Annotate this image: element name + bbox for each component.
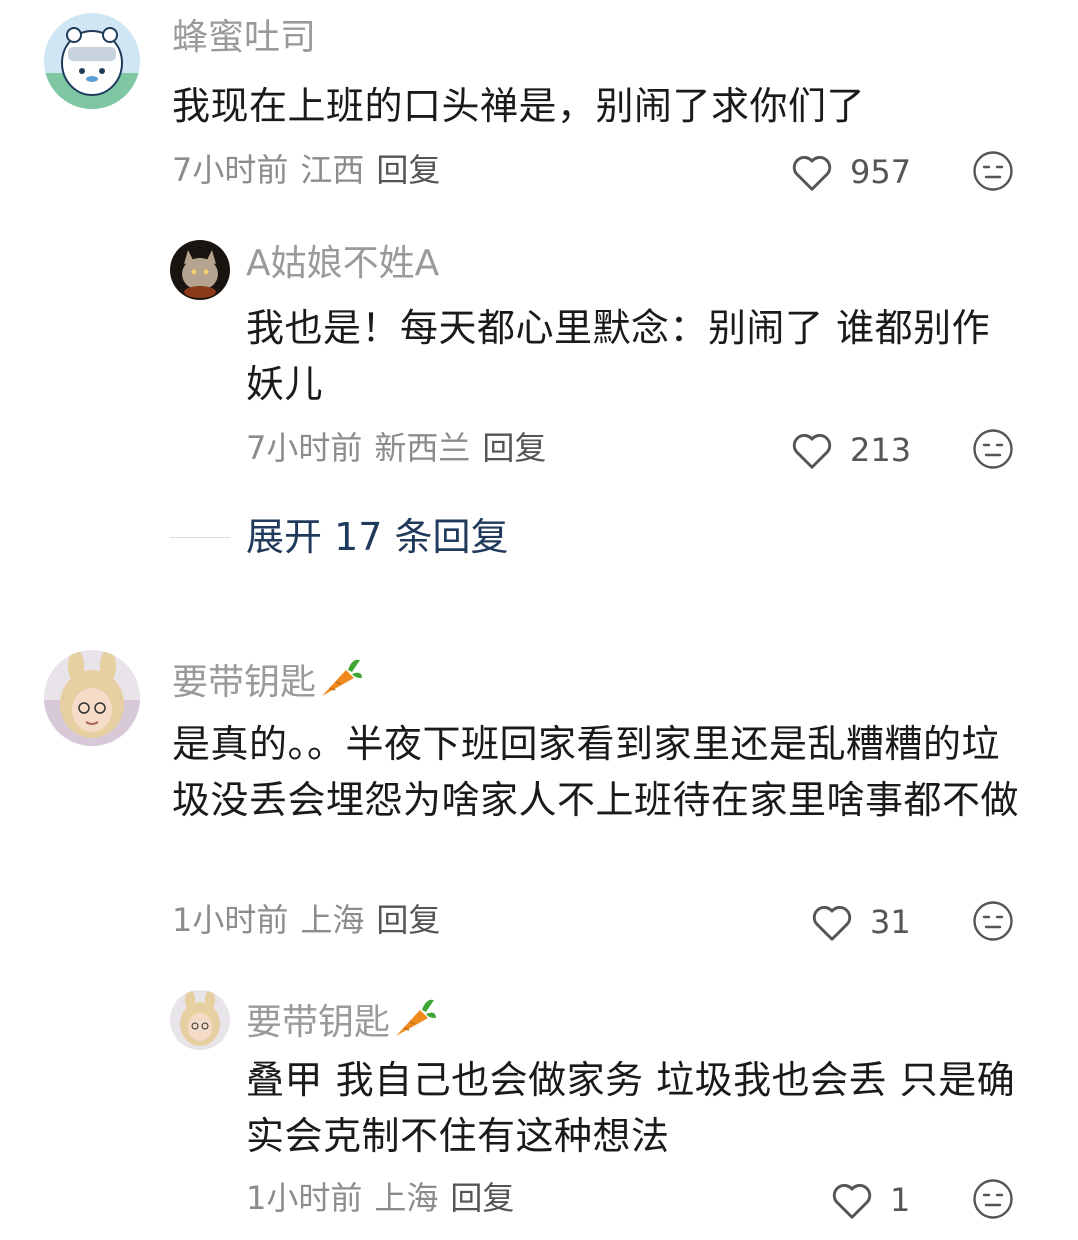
reply-time: 1小时前	[246, 1179, 363, 1217]
user-avatar[interactable]	[44, 13, 140, 109]
comment-location: 江西	[300, 151, 365, 189]
comment-text: 是真的。。半夜下班回家看到家里还是乱糟糟的垃圾没丢会埋怨为啥家人不上班待在家里啥…	[172, 722, 1020, 822]
comment-time: 1小时前	[172, 901, 289, 939]
like-count: 213	[850, 431, 912, 469]
expand-replies-button[interactable]: 展开 17 条回复	[170, 518, 509, 556]
neutral-face-icon	[973, 901, 1013, 941]
reply-button[interactable]: 回复	[376, 901, 440, 939]
like-button[interactable]: 957	[790, 148, 911, 196]
comment-meta: 7小时前 江西 回复	[172, 154, 452, 186]
carrot-emoji	[392, 996, 438, 1045]
like-button[interactable]: 31	[810, 898, 911, 946]
comment-meta: 1小时前 上海 回复	[172, 904, 452, 936]
reply-time: 7小时前	[246, 429, 363, 467]
reply-avatar[interactable]	[170, 240, 230, 300]
reply-location: 上海	[374, 1179, 439, 1217]
heart-outline-icon	[812, 906, 852, 941]
reply-meta: 7小时前 新西兰 回复	[246, 432, 558, 464]
comment-time: 7小时前	[172, 151, 289, 189]
username-text[interactable]: 要带钥匙	[172, 662, 316, 703]
dislike-button[interactable]	[972, 428, 1014, 474]
reply-username[interactable]: 要带钥匙	[246, 996, 438, 1045]
neutral-face-icon	[973, 429, 1013, 469]
carrot-emoji	[318, 656, 364, 705]
reply-location: 新西兰	[374, 429, 471, 467]
dislike-button[interactable]	[972, 1178, 1014, 1224]
reply-username-text[interactable]: 要带钥匙	[246, 1002, 390, 1043]
heart-outline-icon	[832, 1184, 872, 1219]
reply-button[interactable]: 回复	[450, 1179, 514, 1217]
reply-meta: 1小时前 上海 回复	[246, 1182, 526, 1214]
like-button[interactable]: 213	[790, 426, 911, 474]
like-count: 957	[850, 153, 912, 191]
neutral-face-icon	[973, 1179, 1013, 1219]
username[interactable]: 蜂蜜吐司	[172, 20, 316, 56]
reply-username[interactable]: A姑娘不姓A	[246, 246, 439, 282]
like-button[interactable]: 1	[830, 1176, 910, 1224]
divider	[170, 536, 230, 538]
heart-outline-icon	[792, 156, 832, 191]
reply-text: 我也是！每天都心里默念：别闹了 谁都别作妖儿	[246, 306, 991, 406]
expand-replies-label[interactable]: 展开 17 条回复	[246, 518, 509, 556]
dislike-button[interactable]	[972, 900, 1014, 946]
heart-outline-icon	[792, 434, 832, 469]
dislike-button[interactable]	[972, 150, 1014, 196]
reply-button[interactable]: 回复	[376, 151, 440, 189]
like-count: 31	[870, 903, 911, 941]
like-count: 1	[890, 1181, 911, 1219]
comment-text: 我现在上班的口头禅是，别闹了求你们了	[172, 84, 866, 128]
username[interactable]: 要带钥匙	[172, 656, 364, 705]
user-avatar[interactable]	[44, 650, 140, 746]
reply-text: 叠甲 我自己也会做家务 垃圾我也会丢 只是确实会克制不住有这种想法	[246, 1058, 1016, 1158]
comment-location: 上海	[300, 901, 365, 939]
reply-avatar[interactable]	[170, 990, 230, 1050]
neutral-face-icon	[973, 151, 1013, 191]
reply-button[interactable]: 回复	[482, 429, 546, 467]
